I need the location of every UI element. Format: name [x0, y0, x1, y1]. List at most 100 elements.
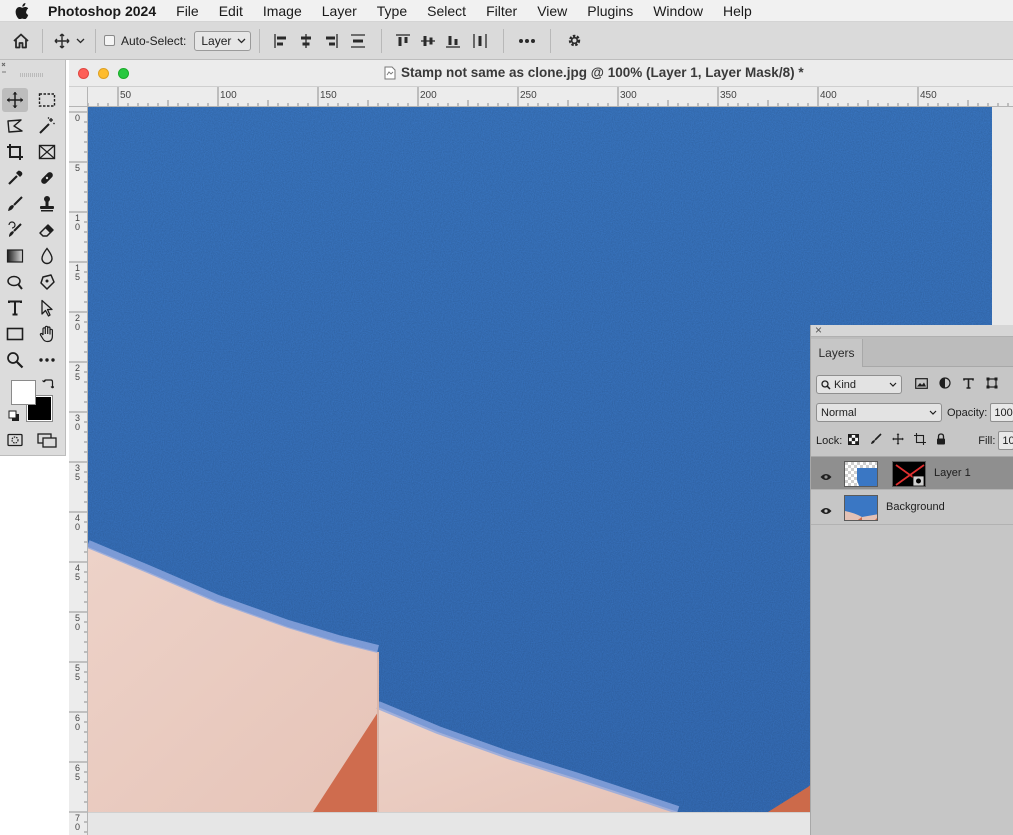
polygonal-lasso-icon[interactable] — [2, 114, 28, 138]
path-selection-icon[interactable] — [34, 296, 60, 320]
fill-input[interactable]: 100 — [998, 431, 1013, 450]
auto-select-target-dropdown[interactable]: Layer — [194, 30, 252, 51]
tab-layers[interactable]: Layers — [811, 339, 863, 367]
layer-1-thumbnail[interactable] — [844, 461, 878, 487]
zoom-window-button[interactable] — [118, 68, 129, 79]
rectangle-shape-icon[interactable] — [2, 322, 28, 346]
vertical-ruler[interactable]: 0510152025303540455055606570 — [69, 107, 88, 835]
preset-chevron-down-icon[interactable] — [73, 38, 87, 44]
swap-colors-icon[interactable] — [42, 378, 55, 393]
menu-layer[interactable]: Layer — [312, 0, 367, 22]
settings-gear-icon[interactable] — [559, 32, 589, 49]
lock-transparent-pixels-icon[interactable] — [848, 433, 860, 448]
background-thumbnail[interactable] — [844, 495, 878, 521]
ruler-v-label: 0 — [75, 222, 80, 232]
ruler-v-label: 5 — [75, 472, 80, 482]
filter-shape-layers-icon[interactable] — [986, 377, 998, 392]
layer-1-visibility-eye-icon[interactable] — [820, 469, 832, 484]
move-tool-preset-icon[interactable] — [51, 33, 73, 49]
close-window-button[interactable] — [78, 68, 89, 79]
blend-opacity-row: Normal Opacity: 100 — [811, 403, 1013, 422]
opacity-input[interactable]: 100 — [990, 403, 1013, 422]
ruler-origin[interactable] — [69, 87, 88, 107]
align-bottom-edges-icon[interactable] — [440, 33, 465, 49]
lock-position-icon[interactable] — [892, 433, 904, 448]
app-name-menu[interactable]: Photoshop 2024 — [44, 0, 166, 22]
crop-icon[interactable] — [2, 140, 28, 164]
filter-adjustment-layers-icon[interactable] — [939, 377, 951, 392]
gradient-icon[interactable] — [2, 244, 28, 268]
menu-bar: Photoshop 2024 File Edit Image Layer Typ… — [0, 0, 1013, 22]
auto-select-toggle[interactable]: Auto-Select: — [104, 34, 194, 48]
background-visibility-eye-icon[interactable] — [820, 503, 832, 518]
ruler-v-label: 0 — [75, 722, 80, 732]
horizontal-ruler[interactable]: 5010015020025030035040045050055060065070… — [88, 87, 1013, 107]
apple-menu-icon[interactable] — [0, 2, 44, 19]
align-top-edges-icon[interactable] — [390, 33, 415, 49]
hand-icon[interactable] — [34, 322, 60, 346]
menu-filter[interactable]: Filter — [476, 0, 527, 22]
lock-image-pixels-icon[interactable] — [870, 433, 882, 448]
align-right-edges-icon[interactable] — [318, 33, 343, 49]
close-panel-icon[interactable]: × — [815, 323, 822, 337]
menu-window[interactable]: Window — [643, 0, 713, 22]
clone-stamp-icon[interactable] — [34, 192, 60, 216]
options-bar: Auto-Select: Layer — [0, 22, 1013, 60]
lock-fill-row: Lock: Fill: 100 — [811, 431, 1013, 450]
lock-artboards-icon[interactable] — [914, 433, 927, 448]
fill-value: 100 — [1002, 434, 1013, 447]
ruler-v-label: 5 — [75, 372, 80, 382]
default-colors-icon[interactable] — [8, 410, 20, 425]
layer-row-layer-1[interactable]: Layer 1 — [811, 456, 1013, 490]
rectangular-marquee-icon[interactable] — [34, 88, 60, 112]
move-tool-icon[interactable] — [2, 88, 28, 112]
eyedropper-icon[interactable] — [2, 166, 28, 190]
menu-plugins[interactable]: Plugins — [577, 0, 643, 22]
brush-icon[interactable] — [2, 192, 28, 216]
menu-file[interactable]: File — [166, 0, 209, 22]
history-brush-icon[interactable] — [2, 218, 28, 242]
menu-select[interactable]: Select — [417, 0, 476, 22]
more-options-icon[interactable] — [512, 38, 542, 44]
dodge-icon[interactable] — [2, 270, 28, 294]
auto-select-checkbox[interactable] — [104, 35, 115, 46]
foreground-color-swatch[interactable] — [11, 380, 36, 405]
distribute-horizontal-icon[interactable] — [465, 33, 495, 49]
filter-type-layers-icon[interactable] — [963, 377, 974, 392]
layer-1-mask-thumbnail[interactable] — [892, 461, 926, 487]
distribute-vertical-icon[interactable] — [343, 33, 373, 49]
zoom-icon[interactable] — [2, 348, 28, 372]
align-horizontal-centers-icon[interactable] — [293, 33, 318, 49]
blend-mode-dropdown[interactable]: Normal — [816, 403, 942, 422]
ruler-v-label: 0 — [75, 422, 80, 432]
menu-type[interactable]: Type — [367, 0, 417, 22]
pen-icon[interactable] — [34, 270, 60, 294]
ruler-v-label: 0 — [75, 822, 80, 832]
layer-row-background[interactable]: Background — [811, 491, 1013, 525]
align-vertical-centers-icon[interactable] — [415, 33, 440, 49]
menu-help[interactable]: Help — [713, 0, 762, 22]
menu-view[interactable]: View — [527, 0, 577, 22]
filter-kind-dropdown[interactable]: Kind — [816, 375, 902, 394]
ruler-h-label: 100 — [220, 90, 237, 101]
screen-mode-icon[interactable] — [34, 428, 60, 452]
frame-icon[interactable] — [34, 140, 60, 164]
more-tools-ellipsis-icon[interactable] — [34, 348, 60, 372]
menu-image[interactable]: Image — [253, 0, 312, 22]
filter-pixel-layers-icon[interactable] — [915, 377, 928, 392]
toolbar-grip[interactable] — [0, 60, 66, 84]
ruler-h-label: 250 — [520, 90, 537, 101]
type-icon[interactable] — [2, 296, 28, 320]
blur-icon[interactable] — [34, 244, 60, 268]
layer-name[interactable]: Layer 1 — [934, 467, 971, 479]
spot-healing-brush-icon[interactable] — [34, 166, 60, 190]
lock-all-icon[interactable] — [936, 433, 946, 448]
menu-edit[interactable]: Edit — [209, 0, 253, 22]
magic-wand-icon[interactable] — [34, 114, 60, 138]
eraser-icon[interactable] — [34, 218, 60, 242]
minimize-window-button[interactable] — [98, 68, 109, 79]
quick-mask-icon[interactable] — [2, 428, 28, 452]
align-left-edges-icon[interactable] — [268, 33, 293, 49]
layer-name[interactable]: Background — [886, 501, 945, 513]
home-icon[interactable] — [0, 32, 42, 50]
